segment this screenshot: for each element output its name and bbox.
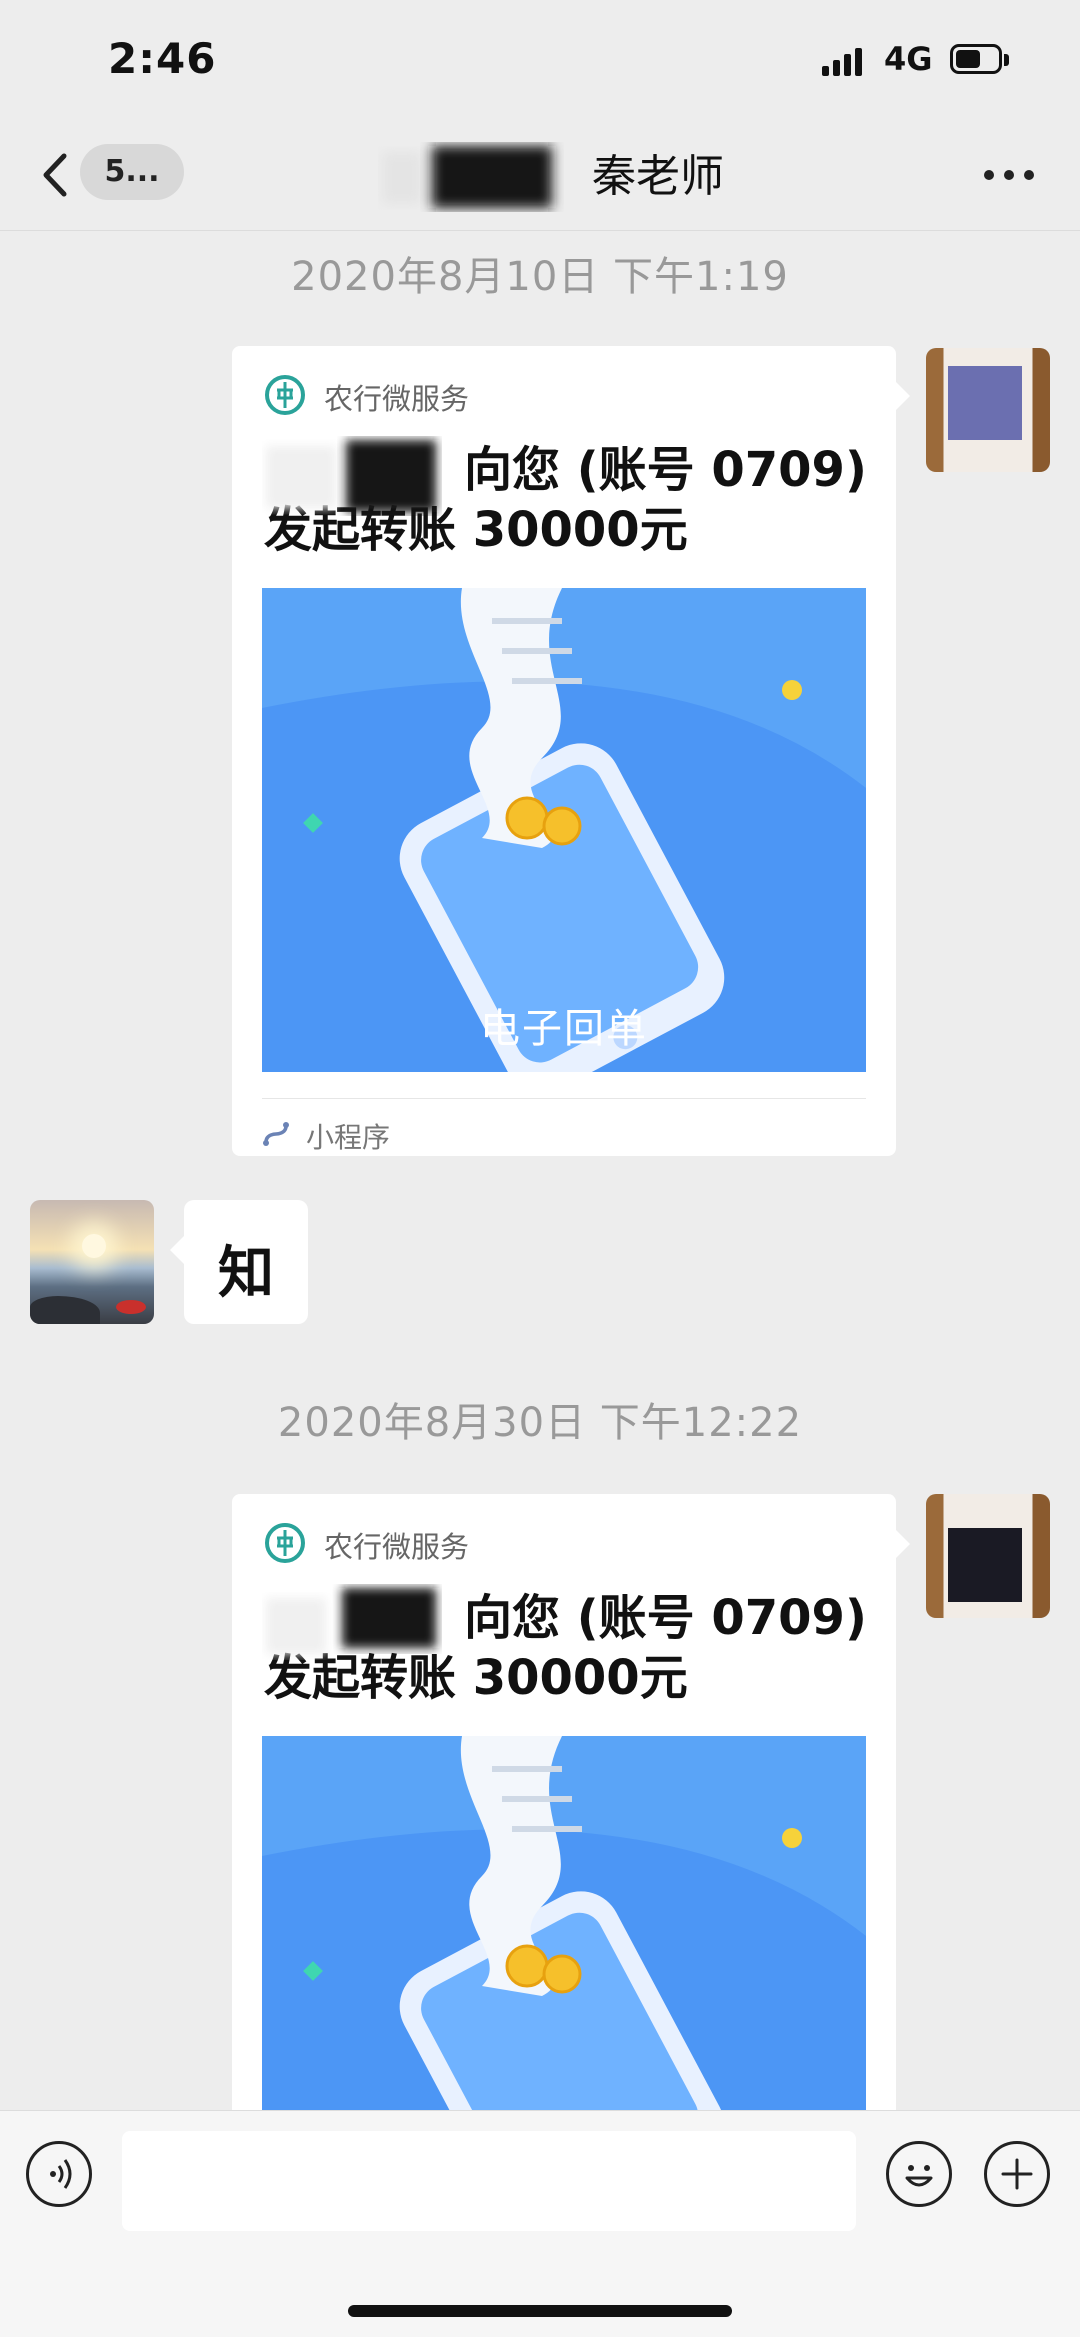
avatar-image — [948, 366, 1022, 440]
plus-icon[interactable] — [984, 2141, 1050, 2207]
status-bar: 2:46 4G — [0, 0, 1080, 120]
redacted-name — [262, 1584, 442, 1664]
message-timestamp: 2020年8月30日 下午12:22 — [277, 1400, 803, 1446]
receipt-thumbnail — [262, 1736, 866, 2134]
card-source: 农行微服务 — [324, 1530, 470, 1564]
mini-program-label: 小程序 — [306, 1121, 391, 1154]
network-type: 4G — [884, 40, 933, 78]
avatar[interactable] — [30, 1200, 154, 1324]
receipt-thumbnail: 电子回单 — [262, 588, 866, 1072]
chat-title-text: 秦老师 — [592, 151, 724, 202]
more-dots-icon[interactable] — [984, 170, 1034, 182]
message-timestamp: 2020年8月10日 下午1:19 — [291, 254, 789, 300]
chat-input-bar — [0, 2110, 1080, 2337]
bank-logo-icon — [264, 374, 306, 416]
mini-program-card[interactable]: 农行微服务 向您 (账号 0709) 发起转账 30000元 电子回单 小程序 — [232, 346, 910, 1156]
avatar-image — [948, 1528, 1022, 1602]
message-bubble[interactable]: 知 — [170, 1200, 308, 1324]
emoji-icon[interactable] — [886, 2141, 952, 2207]
home-indicator[interactable] — [348, 2305, 732, 2317]
avatar[interactable] — [926, 1494, 1050, 1618]
message-text: 知 — [218, 1241, 274, 1306]
card-divider — [262, 1098, 866, 1099]
mini-program-icon — [262, 1120, 290, 1148]
mini-program-card[interactable]: 农行微服务 向您 (账号 0709) 发起转账 30000元 — [232, 1494, 910, 2134]
battery-icon — [950, 44, 1014, 78]
message-input[interactable] — [122, 2131, 856, 2231]
card-source: 农行微服务 — [324, 382, 470, 416]
redacted-name — [372, 142, 568, 212]
avatar[interactable] — [926, 348, 1050, 472]
chat-header: 5... 秦老师 — [0, 120, 1080, 231]
voice-input-icon[interactable] — [26, 2141, 92, 2207]
signal-icon — [822, 46, 872, 76]
redacted-name — [262, 436, 442, 516]
status-time: 2:46 — [108, 34, 217, 83]
bank-logo-icon — [264, 1522, 306, 1564]
thumbnail-caption: 电子回单 — [480, 1006, 648, 1052]
